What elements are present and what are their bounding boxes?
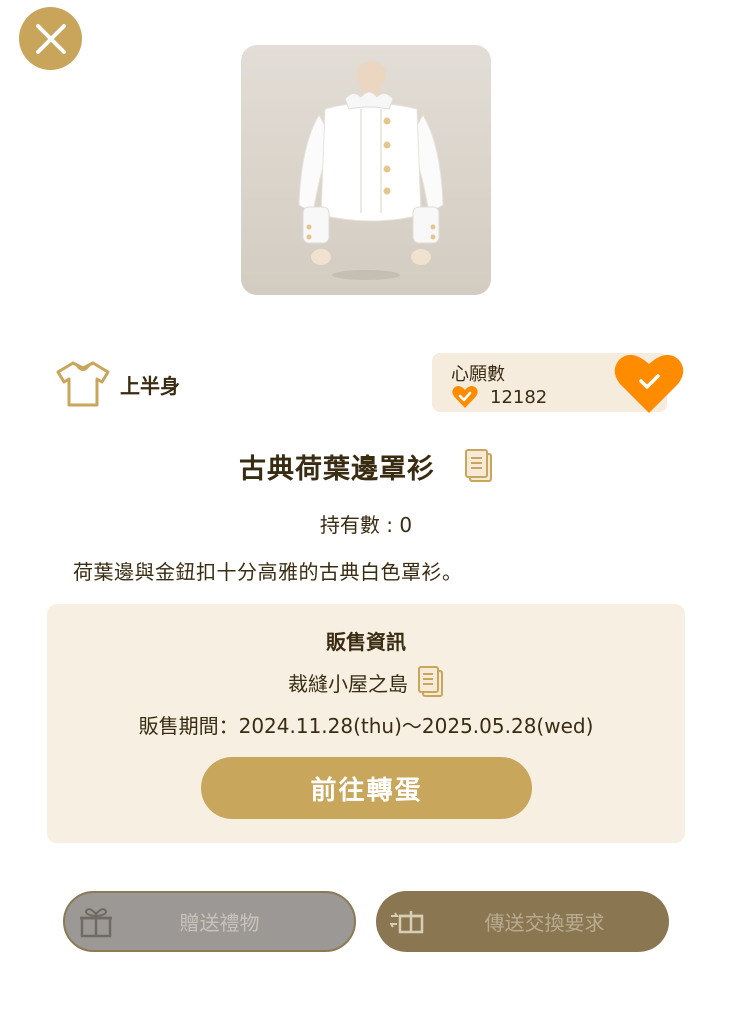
wish-label: 心願數 (451, 364, 505, 385)
sale-info-title: 販售資訊 (326, 630, 406, 654)
shop-row: 裁縫小屋之島 (47, 664, 685, 700)
item-title-row: 古典荷葉邊罩衫 (0, 444, 732, 488)
item-detail-sheet: 上半身 心願數 12182 古典荷葉邊罩衫 持有數 : 0 荷葉邊與金鈕扣十分高… (0, 0, 732, 1023)
category: 上半身 (56, 360, 180, 408)
heart-check-icon (452, 386, 478, 408)
send-gift-button[interactable]: 贈送禮物 (63, 891, 356, 952)
item-description: 荷葉邊與金鈕扣十分高雅的古典白色罩衫。 (73, 560, 463, 584)
shop-name: 裁縫小屋之島 (288, 671, 408, 696)
sale-info-panel: 販售資訊 裁縫小屋之島 販售期間：2024.11.28(thu)～2025.05… (47, 604, 685, 843)
sale-period: 販售期間：2024.11.28(thu)～2025.05.28(wed) (138, 714, 594, 738)
go-to-gacha-button[interactable]: 前往轉蛋 (201, 757, 532, 819)
blouse-illustration (298, 61, 444, 280)
send-trade-request-button[interactable]: 傳送交換要求 (376, 891, 669, 952)
category-label: 上半身 (120, 373, 180, 398)
owned-count: 持有數 : 0 (319, 513, 413, 537)
copy-icon[interactable] (418, 666, 444, 698)
close-icon (35, 23, 66, 54)
wish-count: 12182 (490, 387, 548, 408)
copy-icon[interactable] (465, 449, 493, 483)
shirt-icon (56, 361, 110, 407)
wish-toggle-heart-icon[interactable] (613, 351, 685, 415)
close-button[interactable] (19, 7, 82, 70)
send-gift-label: 贈送禮物 (179, 911, 260, 935)
send-trade-request-label: 傳送交換要求 (484, 911, 605, 935)
item-title: 古典荷葉邊罩衫 (239, 453, 435, 485)
item-image (241, 45, 491, 295)
